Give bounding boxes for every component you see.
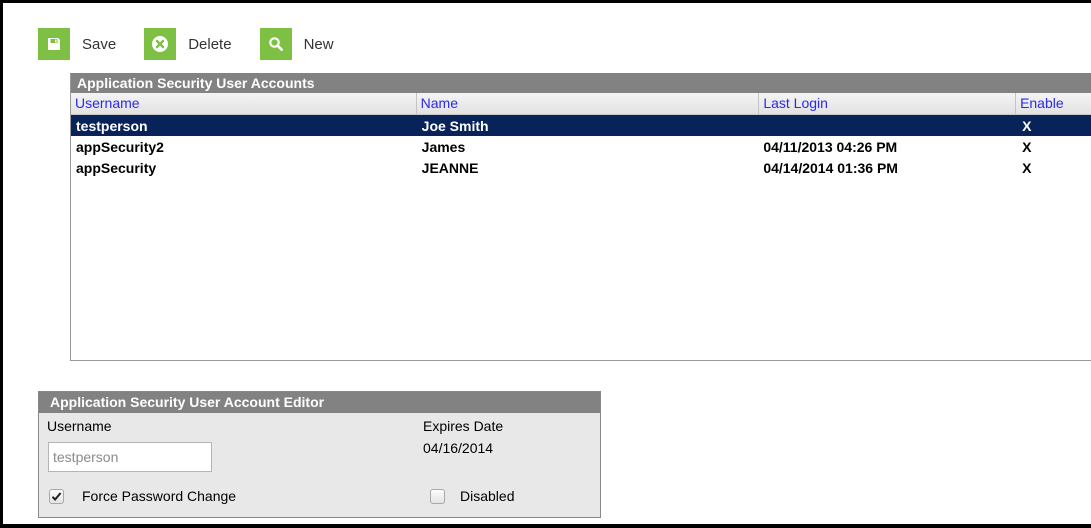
- cell-username: appSecurity2: [76, 138, 164, 155]
- new-button[interactable]: New: [259, 28, 334, 60]
- new-label: New: [303, 35, 334, 53]
- column-header-name[interactable]: Name: [417, 93, 760, 115]
- disabled-label: Disabled: [460, 488, 515, 504]
- cell-enabled: X: [1022, 138, 1032, 155]
- force-password-change-checkbox[interactable]: [49, 489, 64, 504]
- cell-enabled: X: [1022, 159, 1032, 176]
- editor-title: Application Security User Account Editor: [39, 392, 600, 413]
- force-password-change-label: Force Password Change: [82, 488, 237, 504]
- user-accounts-grid: Application Security User Accounts Usern…: [70, 73, 1091, 361]
- expires-date-label: Expires Date: [423, 418, 504, 434]
- cell-name: James: [421, 138, 466, 155]
- column-header-username[interactable]: Username: [71, 93, 417, 115]
- cell-last-login: 04/11/2013 04:26 PM: [763, 138, 898, 155]
- grid-header-row: Username Name Last Login Enable: [71, 93, 1091, 115]
- delete-label: Delete: [188, 35, 232, 53]
- table-row[interactable]: appSecurity JEANNE 04/14/2014 01:36 PM X: [71, 157, 1091, 178]
- username-field[interactable]: [48, 442, 212, 472]
- table-row[interactable]: testperson Joe Smith X: [71, 115, 1091, 136]
- save-label: Save: [82, 35, 117, 53]
- cell-last-login: 04/14/2014 01:36 PM: [763, 159, 898, 176]
- search-icon: [259, 28, 292, 60]
- cell-enabled: X: [1022, 117, 1032, 134]
- save-icon: [38, 28, 70, 60]
- grid-title: Application Security User Accounts: [71, 73, 1091, 93]
- toolbar: Save Delete New: [38, 28, 362, 60]
- column-header-last-login[interactable]: Last Login: [759, 93, 1017, 115]
- expires-date-value: 04/16/2014: [423, 440, 494, 456]
- username-label: Username: [47, 418, 112, 434]
- checkmark-icon: [51, 492, 62, 501]
- cell-name: Joe Smith: [421, 117, 489, 134]
- delete-icon: [144, 28, 177, 60]
- table-row[interactable]: appSecurity2 James 04/11/2013 04:26 PM X: [71, 136, 1091, 157]
- disabled-checkbox[interactable]: [430, 489, 445, 504]
- save-button[interactable]: Save: [38, 28, 116, 60]
- column-header-enabled[interactable]: Enable: [1016, 93, 1091, 115]
- cell-username: testperson: [76, 117, 148, 134]
- cell-name: JEANNE: [421, 159, 479, 176]
- cell-username: appSecurity: [76, 159, 157, 176]
- user-account-editor: Application Security User Account Editor…: [38, 391, 601, 518]
- delete-button[interactable]: Delete: [144, 28, 232, 60]
- application-window: Save Delete New Application Security Use…: [0, 0, 1091, 528]
